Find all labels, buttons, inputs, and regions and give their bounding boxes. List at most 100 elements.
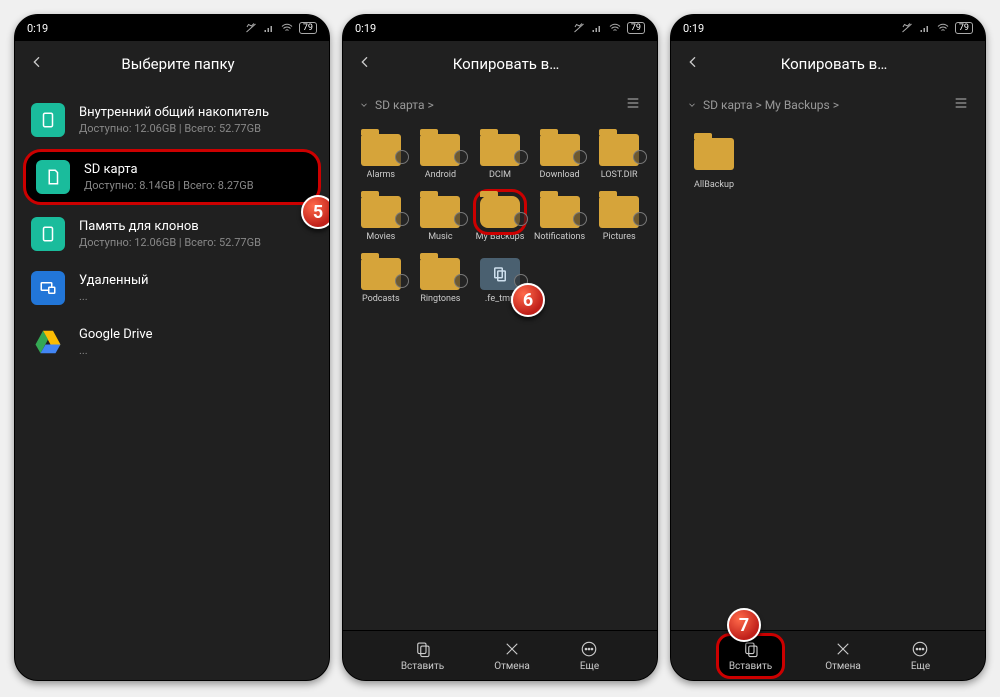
wifi-icon (937, 22, 949, 34)
folder-icon (420, 258, 460, 290)
status-icons: 79 (901, 22, 973, 34)
battery-icon: 79 (627, 22, 645, 34)
statusbar: 0:19 79 (15, 15, 329, 41)
folder-item[interactable]: Ringtones (411, 250, 471, 312)
select-circle[interactable] (514, 150, 528, 164)
more-icon (580, 640, 598, 658)
phone-screen-3: 0:19 79 Копировать в… SD карта > My Back… (670, 14, 986, 681)
storage-sub: ... (79, 344, 152, 357)
breadcrumb-row: SD карта > (343, 87, 657, 122)
more-label: Еще (580, 661, 599, 672)
status-time: 0:19 (683, 22, 704, 35)
folder-icon (420, 134, 460, 166)
folder-item[interactable]: My Backups (470, 188, 530, 250)
folder-item[interactable]: Alarms (351, 126, 411, 188)
storage-sub: Доступно: 12.06GB | Всего: 52.77GB (79, 122, 269, 135)
view-list-icon[interactable] (953, 95, 969, 114)
storage-internal[interactable]: Внутренний общий накопитель Доступно: 12… (15, 93, 329, 147)
folder-label: Notifications (534, 232, 585, 242)
paste-label: Вставить (729, 661, 772, 672)
storage-remote[interactable]: Удаленный ... (15, 261, 329, 315)
select-circle[interactable] (573, 150, 587, 164)
folder-label: Android (425, 170, 456, 180)
paste-icon (742, 640, 760, 658)
breadcrumb[interactable]: SD карта > (359, 98, 434, 112)
statusbar: 0:19 79 (343, 15, 657, 41)
appbar: Копировать в… (671, 41, 985, 87)
battery-icon: 79 (955, 22, 973, 34)
folder-label: Alarms (367, 170, 396, 180)
folder-icon (361, 258, 401, 290)
appbar: Копировать в… (343, 41, 657, 87)
storage-sdcard[interactable]: SD карта Доступно: 8.14GB | Всего: 8.27G… (23, 149, 321, 205)
storage-name: Внутренний общий накопитель (79, 105, 269, 120)
signal-icon (919, 22, 931, 34)
gdrive-icon (31, 325, 65, 359)
phone-screen-1: 0:19 79 Выберите папку Внутренний общий … (14, 14, 330, 681)
select-circle[interactable] (573, 212, 587, 226)
folder-item[interactable]: LOST.DIR (589, 126, 649, 188)
phone-storage-icon (31, 217, 65, 251)
breadcrumb[interactable]: SD карта > My Backups > (687, 98, 839, 112)
folder-item[interactable]: Podcasts (351, 250, 411, 312)
folder-item[interactable]: Notifications (530, 188, 590, 250)
cancel-button[interactable]: Отмена (815, 636, 871, 676)
folder-item[interactable]: DCIM (470, 126, 530, 188)
storage-name: Google Drive (79, 327, 152, 342)
folder-icon (361, 196, 401, 228)
paste-button[interactable]: Вставить (391, 636, 454, 676)
storage-gdrive[interactable]: Google Drive ... (15, 315, 329, 369)
select-circle[interactable] (633, 150, 647, 164)
storage-clones[interactable]: Память для клонов Доступно: 12.06GB | Вс… (15, 207, 329, 261)
select-circle[interactable] (454, 212, 468, 226)
phone-screen-2: 0:19 79 Копировать в… SD карта > AlarmsA… (342, 14, 658, 681)
select-circle[interactable] (514, 212, 528, 226)
storage-sub: ... (79, 290, 149, 303)
folder-item[interactable]: Music (411, 188, 471, 250)
select-circle[interactable] (395, 274, 409, 288)
select-circle[interactable] (395, 150, 409, 164)
storage-name: Память для клонов (79, 219, 261, 234)
view-list-icon[interactable] (625, 95, 641, 114)
phone-storage-icon (31, 103, 65, 137)
folder-label: Movies (366, 232, 395, 242)
folder-item[interactable]: Movies (351, 188, 411, 250)
page-title: Выберите папку (41, 55, 315, 73)
folder-item[interactable]: Download (530, 126, 590, 188)
signal-icon (591, 22, 603, 34)
select-circle[interactable] (395, 212, 409, 226)
folder-label: Download (540, 170, 580, 180)
close-icon (834, 640, 852, 658)
more-button[interactable]: Еще (901, 636, 940, 676)
folder-icon (480, 134, 520, 166)
folder-label: Ringtones (420, 294, 460, 304)
file-icon (480, 258, 520, 290)
wifi-icon (281, 22, 293, 34)
wifi-icon (609, 22, 621, 34)
mute-icon (901, 22, 913, 34)
mute-icon (245, 22, 257, 34)
storage-sub: Доступно: 12.06GB | Всего: 52.77GB (79, 236, 261, 249)
cancel-button[interactable]: Отмена (484, 636, 540, 676)
bottombar: Вставить Отмена Еще (671, 630, 985, 680)
more-label: Еще (911, 661, 930, 672)
close-icon (503, 640, 521, 658)
folder-item[interactable]: Pictures (589, 188, 649, 250)
cancel-label: Отмена (825, 661, 861, 672)
folder-item[interactable]: AllBackup (687, 130, 741, 198)
storage-list: Внутренний общий накопитель Доступно: 12… (15, 87, 329, 680)
folder-item[interactable]: Android (411, 126, 471, 188)
paste-label: Вставить (401, 661, 444, 672)
cancel-label: Отмена (494, 661, 530, 672)
folder-label: AllBackup (694, 180, 734, 190)
folder-label: LOST.DIR (601, 170, 638, 180)
folder-icon (694, 138, 734, 170)
appbar: Выберите папку (15, 41, 329, 87)
folder-label: My Backups (476, 232, 525, 242)
more-button[interactable]: Еще (570, 636, 609, 676)
select-circle[interactable] (633, 212, 647, 226)
select-circle[interactable] (454, 150, 468, 164)
select-circle[interactable] (454, 274, 468, 288)
folder-grid: Alarms Android DCIM Download LOST.DIR Movies M… (343, 122, 657, 316)
more-icon (911, 640, 929, 658)
